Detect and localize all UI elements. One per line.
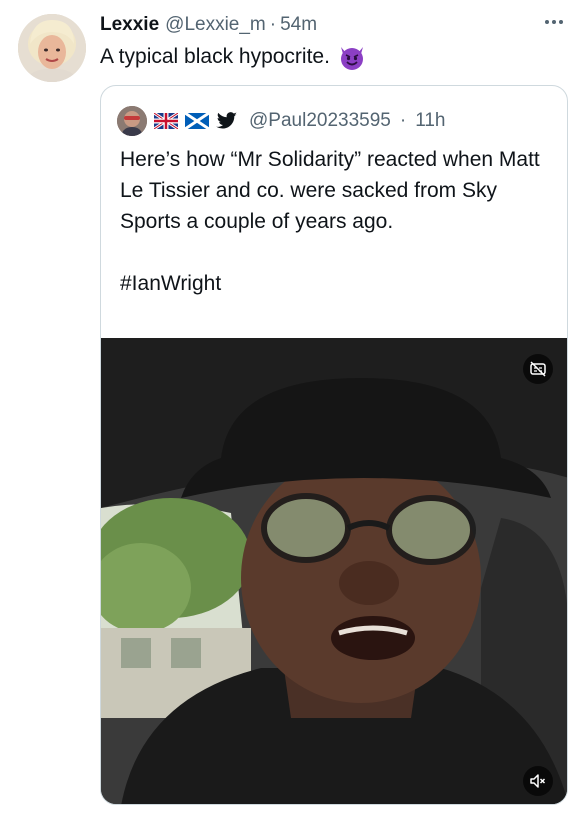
- hashtag-link[interactable]: #IanWright: [120, 268, 551, 299]
- tweet-body: A typical black hypocrite.: [100, 40, 567, 74]
- more-options-icon[interactable]: [539, 12, 569, 32]
- tweet-text: A typical black hypocrite.: [100, 45, 330, 68]
- author-avatar[interactable]: [18, 14, 86, 82]
- author-handle[interactable]: @Lexxie_m: [165, 14, 266, 36]
- tweet-header: Lexxie @Lexxie_m · 54m: [100, 10, 567, 40]
- author-name[interactable]: Lexxie: [100, 14, 159, 36]
- captions-off-icon[interactable]: [523, 354, 553, 384]
- quoted-tweet-text: Here’s how “Mr Solidarity” reacted when …: [120, 148, 540, 233]
- uk-flag-icon: [153, 111, 179, 131]
- video-player[interactable]: [101, 338, 567, 804]
- separator-dot: ·: [399, 110, 407, 131]
- quoted-tweet[interactable]: @Paul20233595 · 11h Here’s how “Mr Solid…: [100, 85, 568, 805]
- tweet[interactable]: Lexxie @Lexxie_m · 54m A typical black h…: [0, 0, 587, 814]
- scotland-flag-icon: [184, 111, 210, 131]
- muted-speaker-icon[interactable]: [523, 766, 553, 796]
- video-frame: [101, 338, 567, 804]
- separator-dot: ·: [269, 14, 277, 35]
- tweet-timestamp[interactable]: 54m: [280, 14, 317, 36]
- twitter-bird-icon: [216, 112, 238, 130]
- quoted-tweet-timestamp[interactable]: 11h: [415, 110, 445, 132]
- quoted-tweet-body: Here’s how “Mr Solidarity” reacted when …: [120, 144, 551, 299]
- quoted-author-avatar[interactable]: [117, 106, 147, 136]
- quoted-tweet-header: @Paul20233595 · 11h: [117, 106, 551, 136]
- smiling-face-with-horns-icon: [338, 43, 366, 71]
- quoted-author-handle[interactable]: @Paul20233595: [249, 110, 391, 132]
